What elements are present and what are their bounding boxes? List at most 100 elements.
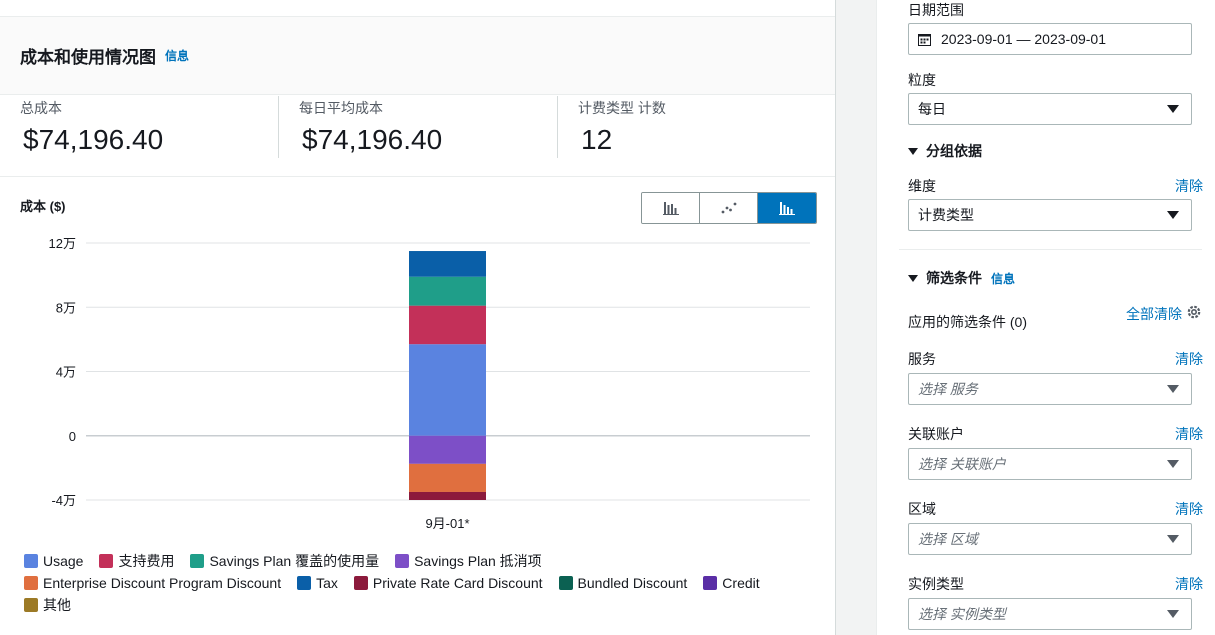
y-tick-label: 4万 <box>56 365 76 380</box>
region-placeholder: 选择 区域 <box>918 531 978 547</box>
triangle-down-icon <box>908 274 918 282</box>
bar-segment <box>409 276 486 306</box>
dimension-value: 计费类型 <box>918 207 974 223</box>
y-tick-label: 12万 <box>49 236 76 251</box>
metric-value: $74,196.40 <box>23 124 164 155</box>
dimension-label: 维度 <box>908 178 936 194</box>
legend-swatch <box>24 576 38 590</box>
dimension-clear-link[interactable]: 清除 <box>1175 176 1203 196</box>
y-axis-title: 成本 ($) <box>20 199 66 214</box>
settings-gear-icon[interactable] <box>1186 304 1202 320</box>
metric-daily-average: 每日平均成本 $74,196.40 <box>299 98 442 158</box>
legend-label: Tax <box>316 575 338 591</box>
metric-total-cost: 总成本 $74,196.40 <box>20 98 163 158</box>
legend-item[interactable]: Savings Plan 抵消项 <box>395 553 542 569</box>
legend-item[interactable]: 其他 <box>24 597 71 613</box>
legend-swatch <box>24 554 38 568</box>
legend-label: 其他 <box>43 597 71 613</box>
legend-label: Usage <box>43 553 84 569</box>
instance-type-select[interactable]: 选择 实例类型 <box>908 598 1192 630</box>
filter-panel: 日期范围 2023-09-01 — 2023-09-01 粒度 每日 分组依据 … <box>876 0 1215 635</box>
line-chart-icon <box>721 202 736 214</box>
legend-item[interactable]: Enterprise Discount Program Discount <box>24 575 282 591</box>
caret-down-icon <box>1167 105 1179 113</box>
metric-value: $74,196.40 <box>302 124 443 155</box>
legend-label: 支持费用 <box>118 553 175 569</box>
bar-segment <box>409 491 486 500</box>
stacked-bar-chart-icon <box>779 202 795 215</box>
legend-swatch <box>24 598 38 612</box>
region-filter-label: 区域 <box>908 501 936 517</box>
service-clear-link[interactable]: 清除 <box>1175 349 1203 369</box>
legend-label: Savings Plan 覆盖的使用量 <box>209 553 380 569</box>
granularity-label: 粒度 <box>908 72 936 88</box>
caret-down-icon <box>1167 211 1179 219</box>
legend-item[interactable]: 支持费用 <box>99 553 175 569</box>
service-select[interactable]: 选择 服务 <box>908 373 1192 405</box>
legend-item[interactable]: Private Rate Card Discount <box>353 575 543 591</box>
caret-down-icon <box>1167 535 1179 543</box>
card-title: 成本和使用情况图 <box>20 48 156 67</box>
group-by-toggle[interactable]: 分组依据 <box>908 141 982 161</box>
legend-swatch <box>297 576 312 590</box>
legend-item[interactable]: Usage <box>24 553 84 569</box>
filters-toggle[interactable]: 筛选条件 信息 <box>908 268 1015 288</box>
date-range-picker[interactable]: 2023-09-01 — 2023-09-01 <box>908 23 1192 55</box>
bar-segment <box>409 305 486 345</box>
legend-item[interactable]: Credit <box>703 575 760 591</box>
metric-label: 每日平均成本 <box>299 100 383 116</box>
legend-swatch <box>353 576 368 590</box>
filters-info-link[interactable]: 信息 <box>991 270 1015 287</box>
legend-swatch <box>703 576 718 590</box>
metric-label: 总成本 <box>20 100 62 116</box>
bar-segment <box>409 344 486 436</box>
clear-all-link[interactable]: 全部清除 <box>1126 304 1182 324</box>
bar-segment <box>409 251 486 277</box>
metric-label: 计费类型 计数 <box>578 100 666 116</box>
metric-divider <box>278 96 279 158</box>
instance-type-filter-label: 实例类型 <box>908 576 964 592</box>
date-range-value: 2023-09-01 — 2023-09-01 <box>941 31 1107 47</box>
region-select[interactable]: 选择 区域 <box>908 523 1192 555</box>
bar-segment <box>409 435 486 464</box>
metric-divider <box>557 96 558 158</box>
legend-label: Savings Plan 抵消项 <box>414 553 542 569</box>
legend-label: Credit <box>722 575 760 591</box>
legend-item[interactable]: Bundled Discount <box>558 575 688 591</box>
region-clear-link[interactable]: 清除 <box>1175 499 1203 519</box>
legend-swatch <box>558 576 573 590</box>
x-tick-label: 9月-01* <box>425 516 469 531</box>
metric-charge-type-count: 计费类型 计数 12 <box>578 98 666 158</box>
legend-swatch <box>395 554 410 568</box>
date-range-label: 日期范围 <box>908 2 964 18</box>
stacked-bar-chart: 12万 8万 4万 0 -4万 9月-01* <box>49 236 810 531</box>
legend-label: Enterprise Discount Program Discount <box>43 575 282 591</box>
y-tick-label: 8万 <box>56 300 76 315</box>
metric-value: 12 <box>581 124 613 155</box>
linked-account-clear-link[interactable]: 清除 <box>1175 424 1203 444</box>
group-by-title: 分组依据 <box>926 143 982 159</box>
instance-type-clear-link[interactable]: 清除 <box>1175 574 1203 594</box>
instance-type-placeholder: 选择 实例类型 <box>918 606 1006 622</box>
calendar-icon <box>918 33 931 46</box>
legend-item[interactable]: Savings Plan 覆盖的使用量 <box>190 553 380 569</box>
granularity-select[interactable]: 每日 <box>908 93 1192 125</box>
dimension-select[interactable]: 计费类型 <box>908 199 1192 231</box>
chart-legend: Usage 支持费用 Savings Plan 覆盖的使用量 Savings Plan… <box>24 553 814 613</box>
filters-title: 筛选条件 <box>926 270 982 286</box>
legend-swatch <box>99 554 114 568</box>
bar-segment <box>409 463 486 492</box>
applied-filters-label: 应用的筛选条件 (0) <box>908 314 1027 330</box>
legend-item[interactable]: Tax <box>297 575 338 591</box>
chart-area: 成本 ($) 12万 8万 4万 0 -4万 9月-01* Usage 支持费用… <box>0 178 835 635</box>
legend-label: Bundled Discount <box>577 575 688 591</box>
info-link[interactable]: 信息 <box>165 47 189 64</box>
legend-swatch <box>190 554 205 568</box>
caret-down-icon <box>1167 385 1179 393</box>
linked-account-select[interactable]: 选择 关联账户 <box>908 448 1192 480</box>
cost-usage-card: 成本和使用情况图 信息 总成本 $74,196.40 每日平均成本 $74,19… <box>0 0 836 635</box>
legend-label: Private Rate Card Discount <box>372 575 543 591</box>
y-tick-label: 0 <box>69 429 76 444</box>
section-divider <box>899 249 1202 250</box>
service-placeholder: 选择 服务 <box>918 381 978 397</box>
